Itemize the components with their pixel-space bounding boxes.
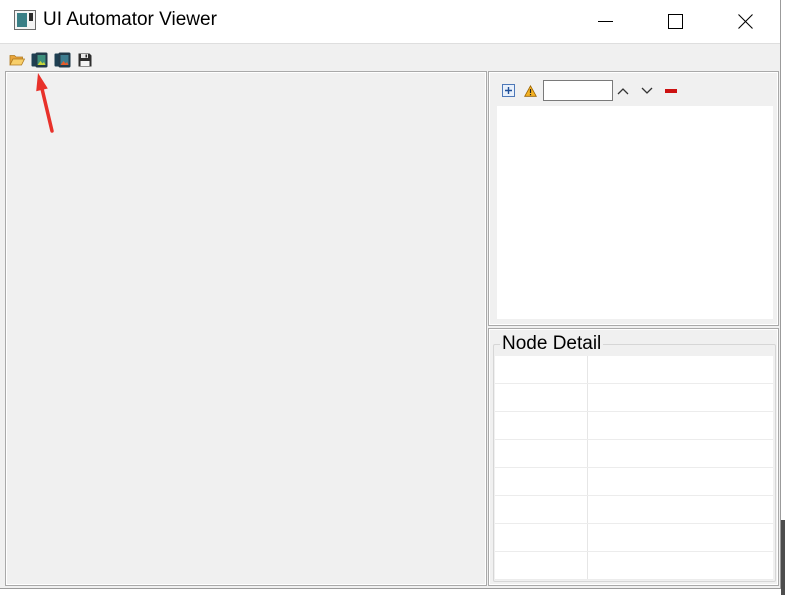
chevron-up-icon (617, 87, 629, 94)
device-screenshot-compressed-icon (54, 52, 70, 68)
detail-value-cell (588, 440, 773, 467)
node-detail-panel: Node Detail (488, 328, 779, 586)
open-button[interactable] (8, 51, 26, 69)
detail-value-cell (588, 356, 773, 383)
maximize-button[interactable] (640, 0, 710, 42)
expand-all-button[interactable] (501, 83, 516, 98)
detail-row[interactable] (495, 524, 773, 552)
detail-value-cell (588, 552, 773, 579)
detail-key-cell (495, 440, 588, 467)
expand-all-icon (502, 84, 515, 97)
folder-open-icon (9, 55, 25, 66)
window-title: UI Automator Viewer (43, 9, 217, 30)
detail-value-cell (588, 468, 773, 495)
detail-key-cell (495, 468, 588, 495)
hierarchy-tree[interactable] (497, 106, 773, 319)
detail-key-cell (495, 384, 588, 411)
screenshot-canvas[interactable] (5, 71, 487, 586)
node-detail-table[interactable] (495, 356, 773, 580)
desktop-background (781, 520, 785, 595)
device-screenshot-icon (31, 52, 47, 68)
detail-value-cell (588, 384, 773, 411)
app-window-icon (14, 10, 36, 30)
close-button[interactable] (710, 0, 780, 42)
detail-row[interactable] (495, 440, 773, 468)
detail-value-cell (588, 496, 773, 523)
device-screenshot-compressed-button[interactable] (53, 51, 71, 69)
app-window: UI Automator Viewer Node Detail (0, 0, 781, 589)
previous-match-button[interactable] (614, 80, 632, 101)
toggle-nafable-button[interactable] (523, 83, 538, 98)
device-screenshot-button[interactable] (30, 51, 48, 69)
detail-row[interactable] (495, 412, 773, 440)
hierarchy-panel (488, 71, 779, 326)
warning-icon (524, 84, 537, 97)
detail-row[interactable] (495, 384, 773, 412)
next-match-button[interactable] (638, 80, 656, 101)
detail-value-cell (588, 524, 773, 551)
title-bar[interactable]: UI Automator Viewer (0, 0, 780, 44)
main-toolbar (0, 44, 780, 71)
detail-value-cell (588, 412, 773, 439)
detail-key-cell (495, 412, 588, 439)
detail-row[interactable] (495, 468, 773, 496)
detail-key-cell (495, 524, 588, 551)
detail-row[interactable] (495, 552, 773, 580)
close-icon (737, 13, 753, 29)
detail-key-cell (495, 496, 588, 523)
detail-key-cell (495, 356, 588, 383)
chevron-down-icon (641, 87, 653, 94)
node-detail-title: Node Detail (500, 333, 604, 355)
save-button[interactable] (76, 51, 94, 69)
detail-row[interactable] (495, 496, 773, 524)
clear-search-button[interactable] (662, 80, 680, 101)
minimize-icon (597, 20, 613, 22)
save-icon (78, 53, 92, 67)
maximize-icon (667, 13, 683, 29)
detail-key-cell (495, 552, 588, 579)
minimize-button[interactable] (570, 0, 640, 42)
clear-search-icon (665, 88, 677, 93)
search-input[interactable] (543, 80, 613, 101)
detail-row[interactable] (495, 356, 773, 384)
